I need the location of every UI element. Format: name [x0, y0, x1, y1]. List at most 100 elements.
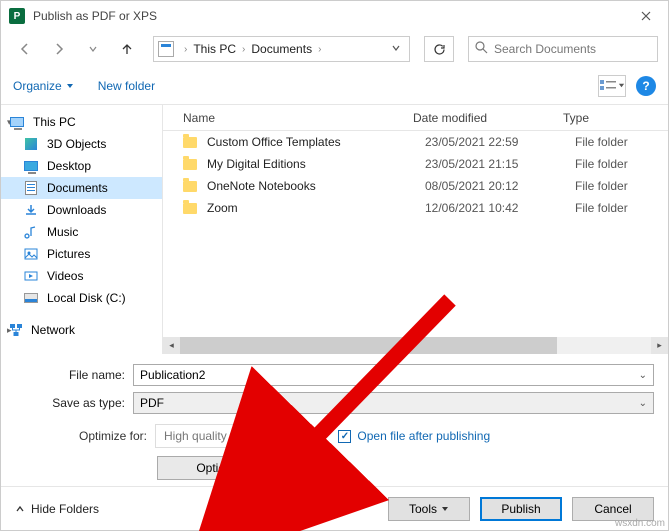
optimize-value: High quality printing — [155, 424, 278, 448]
folder-icon — [183, 137, 197, 148]
sidebar-item-label: Pictures — [47, 247, 90, 261]
table-row[interactable]: Zoom 12/06/2021 10:42 File folder — [163, 197, 668, 219]
chevron-right-icon: › — [180, 44, 191, 55]
file-name-input[interactable]: Publication2 ⌄ — [133, 364, 654, 386]
help-button[interactable]: ? — [636, 76, 656, 96]
pictures-icon — [23, 246, 39, 262]
save-as-type-select[interactable]: PDF ⌄ — [133, 392, 654, 414]
folder-icon — [183, 181, 197, 192]
chevron-down-icon — [391, 43, 401, 53]
folder-icon — [183, 203, 197, 214]
sidebar-item-downloads[interactable]: Downloads — [1, 199, 162, 221]
sidebar-item-3d-objects[interactable]: 3D Objects — [1, 133, 162, 155]
address-bar[interactable]: › This PC › Documents › — [153, 36, 410, 62]
arrow-left-icon — [18, 42, 32, 56]
arrow-up-icon — [120, 42, 134, 56]
column-header-name[interactable]: Name — [163, 111, 413, 125]
sidebar-item-label: Network — [31, 323, 75, 337]
file-type: File folder — [575, 179, 628, 193]
address-dropdown[interactable] — [387, 42, 405, 56]
optimize-for-label: Optimize for: — [15, 429, 155, 443]
sidebar-item-label: This PC — [33, 115, 76, 129]
dropdown-icon — [618, 82, 625, 89]
search-icon — [475, 41, 488, 57]
expand-icon[interactable]: ▸ — [7, 325, 12, 336]
sidebar-item-documents[interactable]: Documents — [1, 177, 162, 199]
options-button[interactable]: Options... — [157, 456, 287, 480]
file-type: File folder — [575, 157, 628, 171]
view-list-icon — [600, 80, 616, 92]
sidebar-item-label: Documents — [47, 181, 108, 195]
file-type: File folder — [575, 135, 628, 149]
refresh-icon — [433, 43, 446, 56]
sidebar-item-this-pc[interactable]: ▾ This PC — [1, 111, 162, 133]
file-type: File folder — [575, 201, 628, 215]
scroll-right-button[interactable]: ▸ — [651, 337, 668, 354]
cancel-button[interactable]: Cancel — [572, 497, 654, 521]
organize-menu[interactable]: Organize — [13, 79, 74, 93]
music-icon — [23, 224, 39, 240]
file-name: Custom Office Templates — [207, 135, 425, 149]
file-list[interactable]: Custom Office Templates 23/05/2021 22:59… — [163, 131, 668, 337]
refresh-button[interactable] — [424, 36, 454, 62]
dropdown-icon: ⌄ — [639, 398, 647, 409]
file-name: OneNote Notebooks — [207, 179, 425, 193]
hide-folders-button[interactable]: Hide Folders — [15, 502, 99, 516]
folder-location-icon — [158, 41, 174, 57]
close-button[interactable] — [623, 1, 668, 31]
file-date: 08/05/2021 20:12 — [425, 179, 575, 193]
new-folder-button[interactable]: New folder — [98, 79, 155, 93]
chevron-right-icon: › — [314, 44, 325, 55]
sidebar-item-label: Videos — [47, 269, 83, 283]
disk-icon — [23, 290, 39, 306]
file-name: Zoom — [207, 201, 425, 215]
sidebar-item-label: Local Disk (C:) — [47, 291, 126, 305]
watermark: wsxdn.com — [615, 518, 665, 529]
horizontal-scrollbar[interactable]: ◂ ▸ — [163, 337, 668, 354]
sidebar-item-label: Desktop — [47, 159, 91, 173]
computer-icon — [9, 114, 25, 130]
chevron-right-icon: › — [238, 44, 249, 55]
cube-icon — [23, 136, 39, 152]
breadcrumb-documents[interactable]: Documents — [249, 42, 314, 56]
file-date: 23/05/2021 21:15 — [425, 157, 575, 171]
folder-icon — [183, 159, 197, 170]
view-options-button[interactable] — [598, 75, 626, 97]
open-after-publishing-checkbox[interactable]: ✓ Open file after publishing — [338, 429, 490, 443]
tools-menu[interactable]: Tools — [388, 497, 470, 521]
window-title: Publish as PDF or XPS — [33, 9, 157, 23]
nav-back-button[interactable] — [11, 35, 39, 63]
file-date: 23/05/2021 22:59 — [425, 135, 575, 149]
save-as-type-label: Save as type: — [15, 396, 133, 410]
table-row[interactable]: My Digital Editions 23/05/2021 21:15 Fil… — [163, 153, 668, 175]
documents-icon — [23, 180, 39, 196]
file-name: My Digital Editions — [207, 157, 425, 171]
scroll-thumb[interactable] — [180, 337, 557, 354]
breadcrumb-this-pc[interactable]: This PC — [191, 42, 238, 56]
recent-locations-button[interactable] — [79, 35, 107, 63]
videos-icon — [23, 268, 39, 284]
table-row[interactable]: OneNote Notebooks 08/05/2021 20:12 File … — [163, 175, 668, 197]
nav-up-button[interactable] — [113, 35, 141, 63]
search-input[interactable]: Search Documents — [468, 36, 658, 62]
scroll-left-button[interactable]: ◂ — [163, 337, 180, 354]
sidebar-item-local-disk[interactable]: Local Disk (C:) — [1, 287, 162, 309]
sidebar-item-label: 3D Objects — [47, 137, 106, 151]
sidebar-item-music[interactable]: Music — [1, 221, 162, 243]
table-row[interactable]: Custom Office Templates 23/05/2021 22:59… — [163, 131, 668, 153]
dropdown-icon — [66, 82, 74, 90]
downloads-icon — [23, 202, 39, 218]
app-icon: P — [9, 8, 25, 24]
sidebar-item-network[interactable]: ▸ Network — [1, 319, 162, 341]
sidebar-item-desktop[interactable]: Desktop — [1, 155, 162, 177]
sidebar-item-videos[interactable]: Videos — [1, 265, 162, 287]
dropdown-icon[interactable]: ⌄ — [639, 370, 647, 381]
publish-button[interactable]: Publish — [480, 497, 562, 521]
chevron-up-icon — [15, 504, 25, 514]
nav-forward-button[interactable] — [45, 35, 73, 63]
file-date: 12/06/2021 10:42 — [425, 201, 575, 215]
sidebar-item-pictures[interactable]: Pictures — [1, 243, 162, 265]
sidebar-item-label: Downloads — [47, 203, 106, 217]
column-header-type[interactable]: Type — [563, 111, 668, 125]
column-header-date[interactable]: Date modified — [413, 111, 563, 125]
